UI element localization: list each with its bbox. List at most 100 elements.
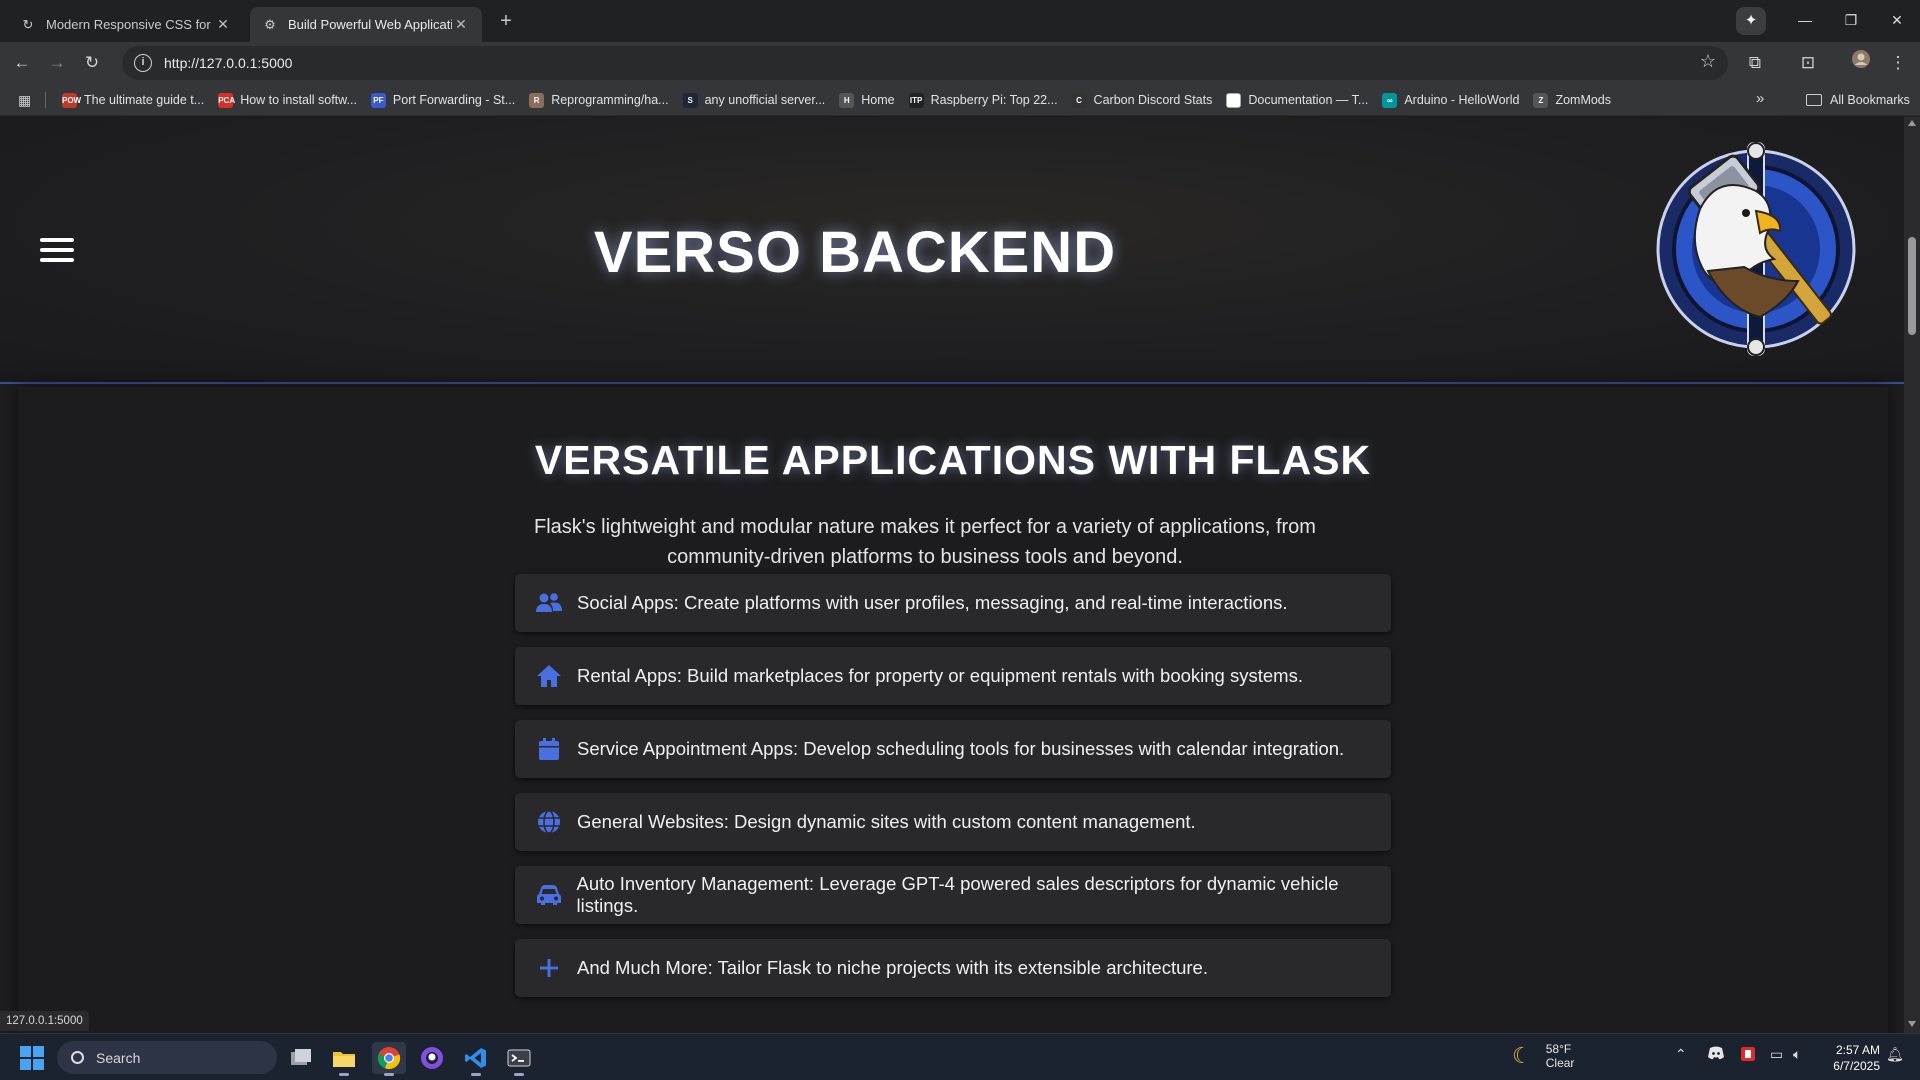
- reading-mode-icon[interactable]: ⊡: [1794, 49, 1822, 77]
- network-icon[interactable]: ▭: [1770, 1046, 1783, 1063]
- address-bar[interactable]: i http://127.0.0.1:5000 ☆: [122, 46, 1728, 80]
- bookmark-label: Arduino - HelloWorld: [1404, 93, 1520, 107]
- chrome-icon[interactable]: [372, 1042, 406, 1076]
- bookmark-favicon-icon: C: [1071, 92, 1087, 108]
- bookmarks-bar: ▦ POW The ultimate guide t... PCA How to in…: [0, 84, 1920, 116]
- tab-favicon-icon: ⚙: [264, 16, 276, 32]
- new-tab-button[interactable]: +: [492, 8, 520, 36]
- restore-icon[interactable]: ❐: [1828, 0, 1874, 40]
- apps-grid-icon[interactable]: ▦: [18, 92, 34, 108]
- bookmark-item[interactable]: H Home: [839, 92, 895, 108]
- extensions-icon[interactable]: ⧉: [1741, 49, 1769, 77]
- app-card: Auto Inventory Management: Leverage GPT-…: [515, 866, 1391, 924]
- app-card: Rental Apps: Build marketplaces for prop…: [515, 647, 1391, 705]
- app-card: Service Appointment Apps: Develop schedu…: [515, 720, 1391, 778]
- bookmark-label: Home: [861, 93, 895, 107]
- forward-icon[interactable]: →: [43, 49, 71, 77]
- bookmark-item[interactable]: PF Port Forwarding - St...: [370, 92, 515, 108]
- site-header: VERSO BACKEND: [0, 117, 1904, 384]
- scroll-down-icon[interactable]: [1908, 1021, 1916, 1027]
- clock-time: 2:57 AM: [1835, 1043, 1880, 1057]
- bookmark-item[interactable]: POW The ultimate guide t...: [62, 92, 204, 108]
- all-bookmarks-button[interactable]: All Bookmarks: [1806, 84, 1910, 116]
- bookmark-item[interactable]: ∞ Arduino - HelloWorld: [1382, 92, 1520, 108]
- menu-kebab-icon[interactable]: ⋮: [1884, 49, 1912, 77]
- weather-widget[interactable]: ☾ 58°F Clear: [1512, 1042, 1574, 1070]
- system-clock[interactable]: 2:57 AM 6/7/2025: [1822, 1042, 1880, 1074]
- site-info-icon[interactable]: i: [134, 54, 152, 72]
- scrollbar-thumb[interactable]: [1908, 237, 1916, 335]
- bookmark-item[interactable]: Z ZomMods: [1533, 92, 1611, 108]
- eagle-hammer-logo[interactable]: [1648, 131, 1864, 361]
- vscode-icon[interactable]: [459, 1042, 493, 1076]
- tray-chevron-up-icon[interactable]: ⌃: [1675, 1046, 1687, 1063]
- tab-active[interactable]: ⚙ Build Powerful Web Application ✕: [250, 7, 482, 42]
- reload-icon[interactable]: ↻: [78, 49, 106, 77]
- moon-icon: ☾: [1512, 1043, 1532, 1068]
- bookmark-item[interactable]: PCA How to install softw...: [218, 92, 357, 108]
- app-tray-red-icon[interactable]: [1740, 1046, 1756, 1065]
- bookmark-favicon-icon: ∞: [1382, 92, 1398, 108]
- users-icon: [535, 589, 563, 617]
- calendar-icon: [535, 735, 563, 763]
- address-url[interactable]: http://127.0.0.1:5000: [164, 55, 292, 71]
- app-list: Social Apps: Create platforms with user …: [515, 574, 1391, 1012]
- bookmark-favicon-icon: Z: [1533, 92, 1549, 108]
- bookmark-label: How to install softw...: [240, 93, 357, 107]
- bookmark-favicon-icon: S: [682, 92, 698, 108]
- sparkle-icon[interactable]: ✦: [1736, 7, 1766, 35]
- weather-temp: 58°F: [1545, 1042, 1572, 1056]
- more-bookmarks-icon[interactable]: »: [1756, 90, 1764, 107]
- status-bar-url: 127.0.0.1:5000: [0, 1011, 89, 1031]
- tab-close-icon[interactable]: ✕: [214, 16, 232, 33]
- section-title: VERSATILE APPLICATIONS WITH FLASK: [534, 437, 1372, 483]
- all-bookmarks-label: All Bookmarks: [1830, 93, 1910, 107]
- bookmark-item[interactable]: Documentation — T...: [1226, 92, 1368, 108]
- bookmark-favicon-icon: POW: [62, 92, 81, 108]
- github-desktop-icon[interactable]: [415, 1042, 449, 1074]
- windows-start-icon[interactable]: [20, 1046, 44, 1070]
- terminal-icon[interactable]: [502, 1042, 536, 1076]
- tab-close-icon[interactable]: ✕: [452, 16, 470, 33]
- bookmark-label: Raspberry Pi: Top 22...: [930, 93, 1058, 107]
- tab-favicon-icon: ↻: [22, 16, 34, 32]
- discord-icon[interactable]: [1707, 1046, 1725, 1063]
- app-card-text: Service Appointment Apps: Develop schedu…: [577, 738, 1345, 759]
- car-icon: [535, 881, 563, 909]
- app-card: General Websites: Design dynamic sites w…: [515, 793, 1391, 851]
- home-icon: [535, 662, 563, 690]
- app-card-text: Rental Apps: Build marketplaces for prop…: [577, 665, 1303, 686]
- page-scrollbar[interactable]: [1904, 117, 1920, 1033]
- bookmark-item[interactable]: R Reprogramming/ha...: [529, 92, 669, 108]
- app-card-text: General Websites: Design dynamic sites w…: [577, 811, 1196, 832]
- file-explorer-icon[interactable]: [327, 1042, 361, 1076]
- site-title: VERSO BACKEND: [593, 220, 1117, 285]
- close-window-icon[interactable]: ✕: [1874, 0, 1920, 40]
- notification-bell-icon[interactable]: 🔔︎: [1886, 1046, 1904, 1063]
- taskbar-search[interactable]: Search: [57, 1041, 277, 1074]
- bookmark-item[interactable]: Sany unofficial server...: [682, 92, 825, 108]
- tab-inactive[interactable]: ↻ Modern Responsive CSS for We ✕: [8, 7, 244, 42]
- task-view-icon[interactable]: [284, 1042, 318, 1074]
- browser-toolbar: ← → ↻ i http://127.0.0.1:5000 ☆ ⧉ ⊡ ⋮: [0, 42, 1920, 84]
- clock-date: 6/7/2025: [1833, 1059, 1880, 1073]
- section-intro: Flask's lightweight and modular nature m…: [534, 516, 1316, 568]
- bookmark-star-icon[interactable]: ☆: [1700, 51, 1716, 72]
- scroll-up-icon[interactable]: [1908, 120, 1916, 126]
- hamburger-menu-icon[interactable]: [40, 238, 74, 262]
- bookmark-favicon-icon: PF: [370, 92, 386, 108]
- minimize-icon[interactable]: —: [1782, 0, 1828, 40]
- back-icon[interactable]: ←: [8, 49, 36, 77]
- bookmark-label: Carbon Discord Stats: [1093, 93, 1213, 107]
- windows-taskbar: Search ☾ 58°F Clear ⌃ ▭ 🔈︎ 2:57 AM 6/7/2…: [0, 1033, 1920, 1080]
- bookmark-favicon-icon: [1226, 92, 1242, 108]
- folder-icon: [1806, 94, 1822, 106]
- profile-avatar-icon[interactable]: [1847, 49, 1875, 77]
- app-card-text: Social Apps: Create platforms with user …: [577, 592, 1288, 613]
- volume-icon[interactable]: 🔈︎: [1793, 1046, 1801, 1063]
- bookmark-item[interactable]: C Carbon Discord Stats: [1071, 92, 1213, 108]
- search-icon: [71, 1051, 84, 1064]
- bookmark-item[interactable]: ITP Raspberry Pi: Top 22...: [908, 92, 1058, 108]
- bookmark-favicon-icon: PCA: [218, 92, 235, 108]
- app-card: Social Apps: Create platforms with user …: [515, 574, 1391, 632]
